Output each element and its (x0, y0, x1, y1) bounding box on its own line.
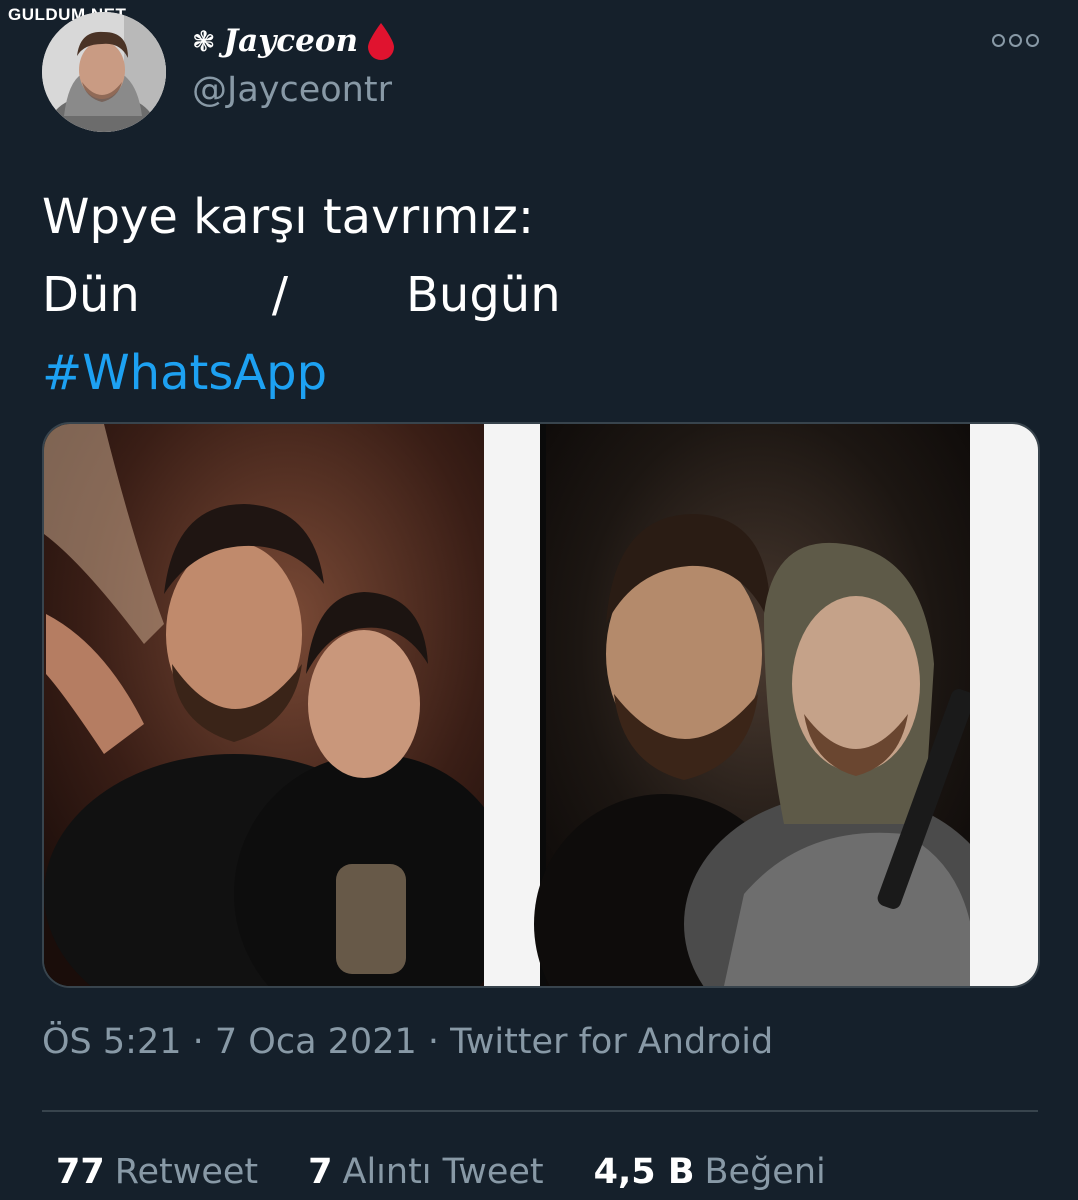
tweet-line-1: Wpye karşı tavrımız: (42, 189, 534, 245)
quote-tweet-stat[interactable]: 7 Alıntı Tweet (308, 1152, 544, 1192)
more-dot (992, 34, 1005, 47)
retweet-label: Retweet (114, 1152, 259, 1192)
more-dot (1026, 34, 1039, 47)
avatar-photo (42, 12, 166, 132)
like-count: 4,5 B (593, 1152, 695, 1192)
display-name[interactable]: Jayceon (223, 23, 358, 59)
user-name-row[interactable]: ❃ Jayceon (192, 22, 396, 60)
more-dot (1009, 34, 1022, 47)
tweet-day-before: Dün (42, 267, 140, 323)
tweet-line-2: Dün / Bugün (42, 256, 561, 334)
tweet-source[interactable]: Twitter for Android (450, 1022, 773, 1062)
retweet-stat[interactable]: 77 Retweet (56, 1152, 258, 1192)
like-label: Beğeni (704, 1152, 826, 1192)
meta-dot-separator: · (192, 1022, 215, 1062)
divider (42, 1110, 1038, 1112)
retweet-count: 77 (56, 1152, 105, 1192)
hashtag-link[interactable]: #WhatsApp (42, 334, 561, 412)
blood-drop-icon (368, 23, 395, 60)
avatar[interactable] (42, 12, 166, 132)
tweet-date[interactable]: 7 Oca 2021 (215, 1022, 417, 1062)
quote-tweet-label: Alıntı Tweet (342, 1152, 544, 1192)
tweet-text: Wpye karşı tavrımız: Dün / Bugün #WhatsApp (42, 178, 561, 412)
user-handle[interactable]: @Jayceontr (192, 70, 392, 110)
more-options-icon[interactable] (992, 34, 1039, 47)
tweet-meta: ÖS 5:21 · 7 Oca 2021 · Twitter for Andro… (42, 1022, 773, 1062)
engagement-stats: 77 Retweet 7 Alıntı Tweet 4,5 B Beğeni (56, 1152, 876, 1192)
meta-dot-separator: · (427, 1022, 451, 1062)
tweet-time[interactable]: ÖS 5:21 (42, 1022, 182, 1062)
like-stat[interactable]: 4,5 B Beğeni (594, 1152, 826, 1192)
tweet-media[interactable] (42, 422, 1040, 988)
flower-icon: ❃ (192, 24, 216, 58)
quote-tweet-count: 7 (308, 1152, 333, 1192)
tweet-separator: / (271, 267, 288, 323)
media-photo-collage (44, 424, 1038, 986)
tweet-day-today: Bugün (405, 267, 561, 323)
